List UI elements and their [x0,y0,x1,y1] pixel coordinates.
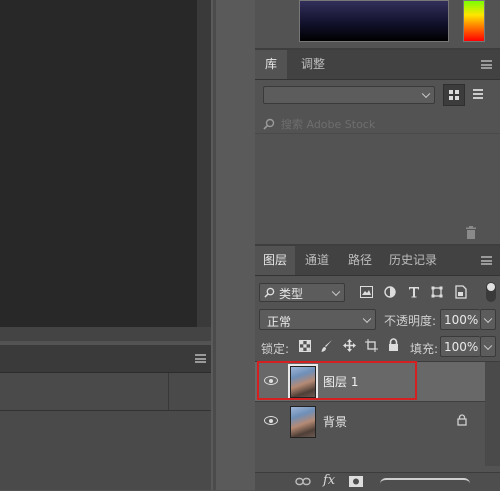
opacity-label: 不透明度: [384,314,437,328]
tab-layers[interactable]: 图层 [255,246,295,275]
blend-mode-select[interactable]: 正常 [259,309,376,330]
layer-filter-label: 类型 [279,287,304,301]
separator [255,133,500,134]
stock-search-input[interactable]: 搜索 Adobe Stock [281,116,375,132]
grid-view-button[interactable] [443,84,465,106]
fx-icon[interactable]: fx [323,473,335,488]
highlight-box [257,361,417,400]
chevron-down-icon [331,287,341,296]
smart-object-filter-icon[interactable] [455,285,467,299]
lower-panel-row [0,373,211,411]
link-layers-icon[interactable] [295,477,311,486]
fill-value: 100% [444,340,479,354]
fill-input[interactable]: 100% [440,336,480,357]
layer-row-background[interactable]: 背景 [255,402,485,441]
hue-slider[interactable] [463,0,485,42]
grid-view-icon [449,90,459,100]
visibility-eye-icon[interactable] [264,416,278,425]
lock-image-pixels-icon[interactable] [321,339,333,353]
lock-transparent-pixels-icon[interactable] [299,340,311,352]
blend-mode-value: 正常 [267,315,292,329]
layers-bottom-toolbar: fx [255,472,500,491]
library-panel: 库 调整 搜索 Adobe Stock [255,50,500,244]
lock-label: 锁定: [261,342,290,356]
chevron-down-icon [483,314,493,323]
chevron-down-icon [483,341,493,350]
list-view-button[interactable] [468,84,490,106]
opacity-input[interactable]: 100% [440,309,480,330]
fill-slider-button[interactable] [480,336,496,357]
library-tabbar: 库 调整 [255,50,500,80]
toggle-knob [487,283,495,291]
layer-filter-select[interactable]: 类型 [259,283,345,302]
lock-position-icon[interactable] [343,339,356,352]
tab-library[interactable]: 库 [255,50,287,79]
fill-label: 填充: [410,342,439,356]
layer-name[interactable]: 背景 [323,413,347,430]
shape-filter-icon[interactable] [431,286,443,298]
color-field[interactable] [299,0,449,42]
filter-toggle[interactable] [486,282,496,302]
document-canvas[interactable] [0,0,197,327]
lower-panel-menu-icon[interactable] [195,354,206,363]
vertical-scrollbar[interactable] [197,0,211,327]
search-icon [264,287,275,298]
layer-thumbnail[interactable] [290,406,316,438]
lock-artboard-icon[interactable] [365,339,378,352]
opacity-slider-button[interactable] [480,309,496,330]
trash-icon[interactable] [465,226,477,239]
resize-handle[interactable] [380,478,470,486]
list-view-icon [473,89,483,99]
lower-panel-cell [0,373,169,410]
lock-all-icon[interactable] [388,338,399,352]
panel-divider[interactable] [213,0,216,490]
layers-menu-icon[interactable] [481,256,492,265]
opacity-value: 100% [444,313,479,327]
layers-scrollbar[interactable] [485,362,500,466]
image-filter-icon[interactable] [360,286,373,298]
layers-tabbar: 图层 通道 路径 历史记录 [255,246,500,276]
adjustment-filter-icon[interactable] [384,286,396,298]
tab-paths[interactable]: 路径 [340,246,380,275]
tab-channels[interactable]: 通道 [297,246,337,275]
search-icon [263,118,275,130]
panel-gutter [211,0,255,490]
lock-icon [457,414,467,426]
type-filter-icon[interactable] [408,286,420,298]
tab-history[interactable]: 历史记录 [383,246,443,275]
library-select[interactable] [263,86,435,104]
lower-panel-body [0,411,211,490]
lower-panel-header [0,345,211,373]
tab-adjustments[interactable]: 调整 [291,50,335,79]
layer-mask-icon[interactable] [349,476,363,487]
horizontal-scrollbar[interactable] [0,327,211,341]
chevron-down-icon [362,314,372,323]
library-menu-icon[interactable] [481,60,492,69]
chevron-down-icon [421,89,431,99]
